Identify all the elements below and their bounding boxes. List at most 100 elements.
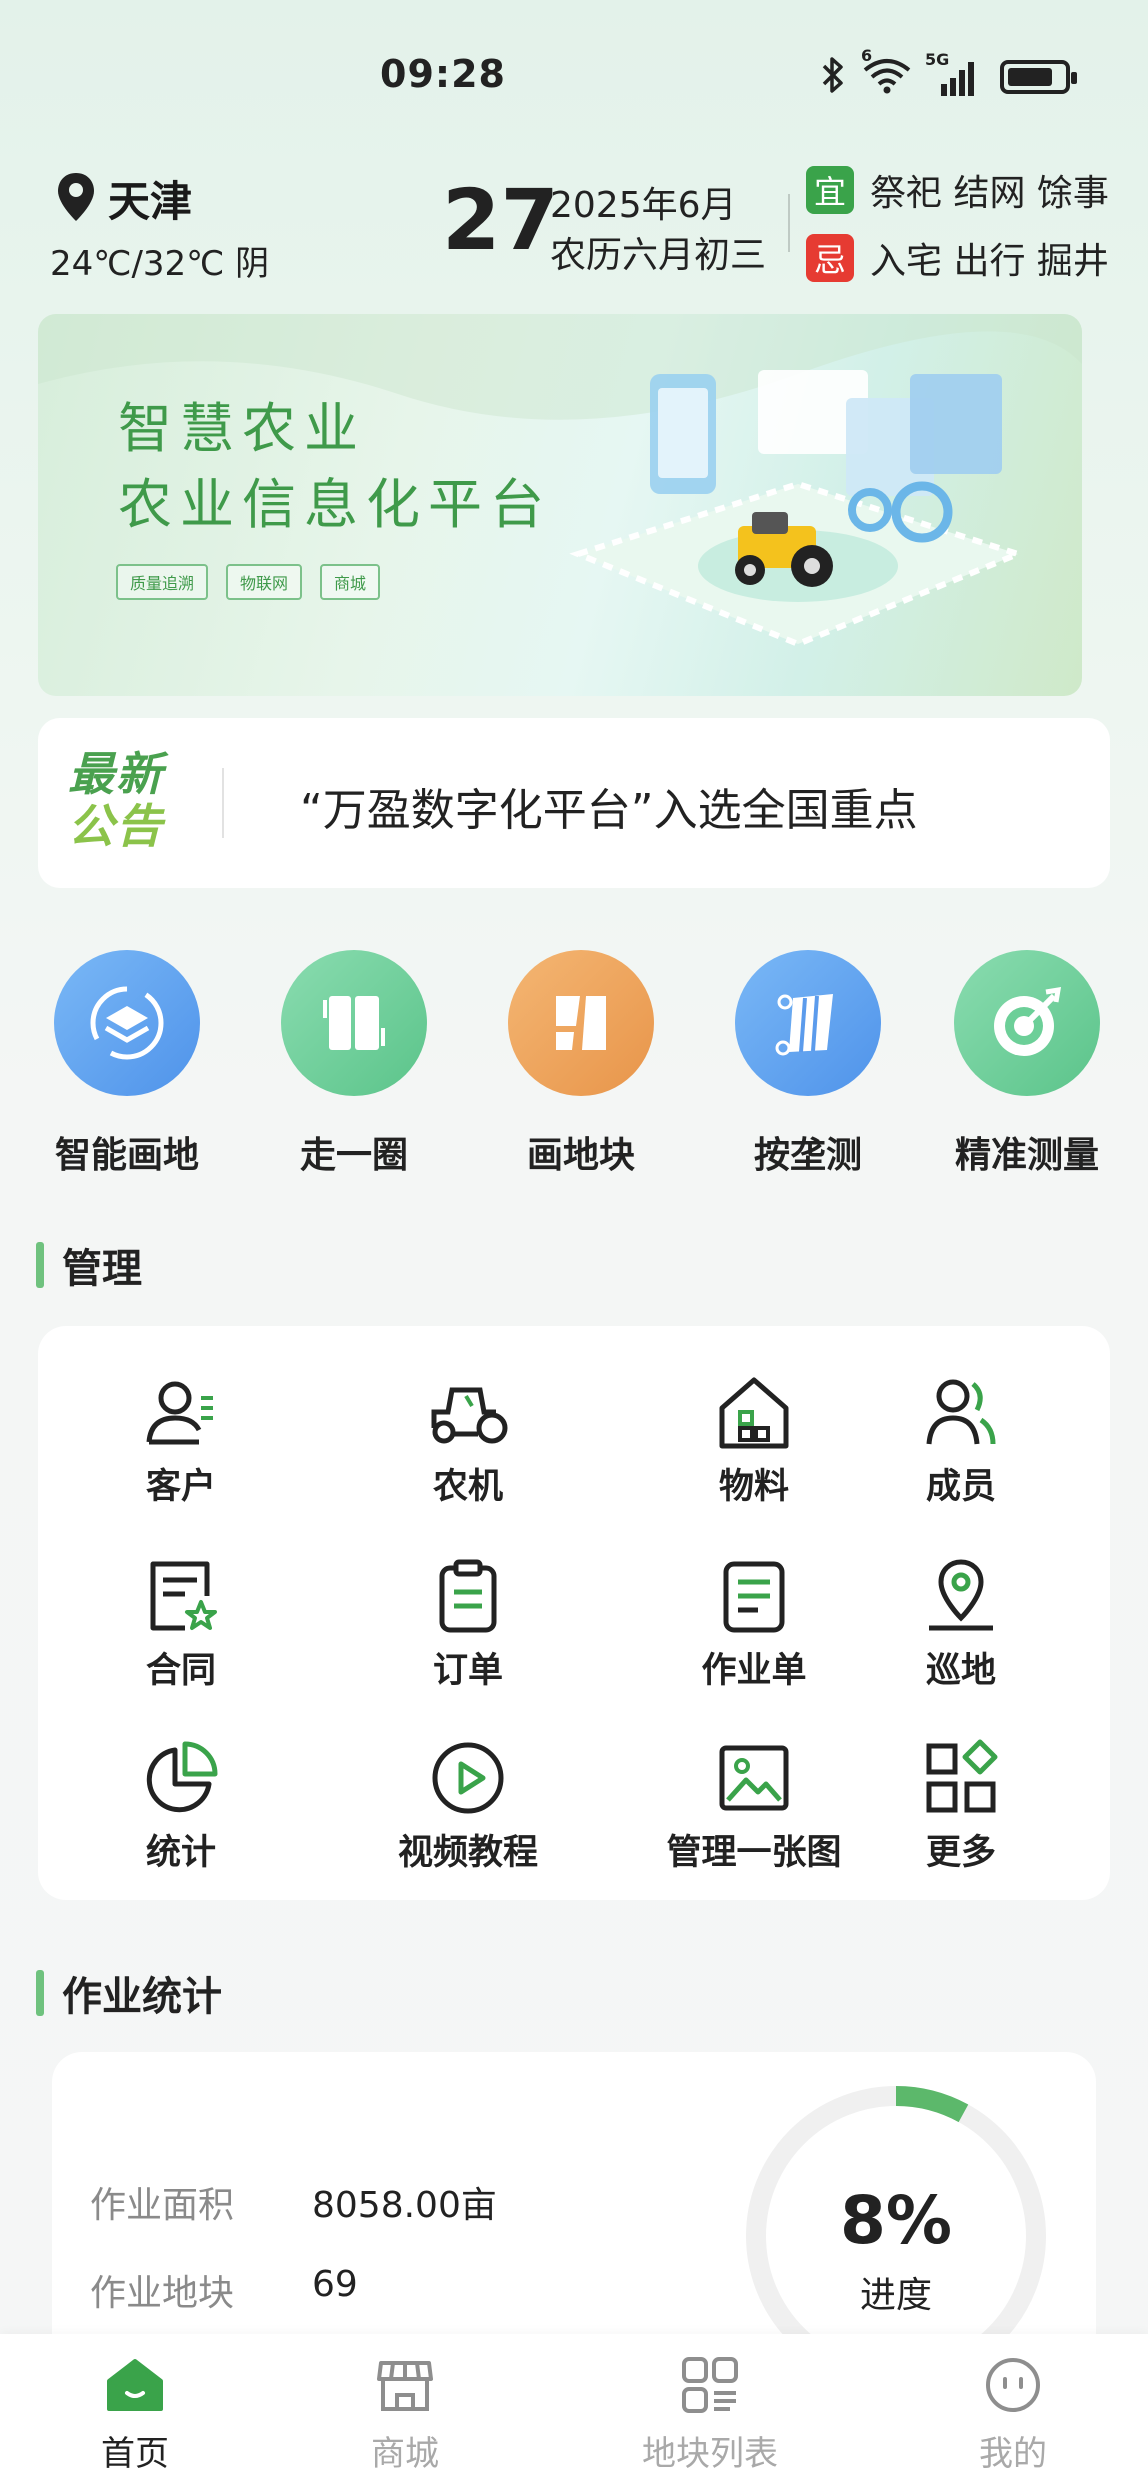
- calendar-lunar: 农历六月初三: [550, 235, 767, 276]
- stat-area-row: 作业面积 8058.00亩: [90, 2176, 497, 2228]
- announcement-badge: 最新 公告: [68, 748, 188, 852]
- wifi-badge: 6: [861, 46, 873, 65]
- patrol-location-icon: [919, 1554, 1003, 1638]
- wifi-icon: 6: [861, 46, 913, 98]
- tool-smart-draw[interactable]: 智能画地: [27, 950, 227, 1178]
- profile-icon: [978, 2350, 1048, 2420]
- announcement-badge-line1: 最新: [68, 747, 164, 801]
- mgmt-label: 作业单: [701, 1651, 807, 1691]
- mgmt-label: 视频教程: [397, 1833, 538, 1873]
- tractor-icon: [426, 1370, 510, 1454]
- tab-label: 我的: [979, 2434, 1047, 2474]
- city-name: 天津: [108, 177, 193, 226]
- location[interactable]: 天津: [56, 168, 192, 229]
- store-icon: [370, 2350, 440, 2420]
- pie-chart-icon: [139, 1736, 223, 1820]
- mgmt-label: 管理一张图: [666, 1833, 842, 1873]
- mgmt-label: 物料: [718, 1467, 789, 1507]
- mgmt-overview-map[interactable]: 管理一张图: [639, 1736, 869, 1875]
- status-bar: 09:28 6 5G: [0, 0, 1148, 150]
- mgmt-video-tutorial[interactable]: 视频教程: [353, 1736, 583, 1875]
- stat-plots-label: 作业地块: [90, 2273, 235, 2314]
- more-apps-icon: [919, 1736, 1003, 1820]
- tab-label: 商城: [371, 2434, 439, 2474]
- announcement-card[interactable]: 最新 公告 “万盈数字化平台”入选全国重点: [38, 718, 1110, 888]
- order-icon: [426, 1554, 510, 1638]
- home-icon: [100, 2350, 170, 2420]
- bottom-tab-bar: 首页 商城 地块列表 我的: [0, 2334, 1148, 2492]
- section-bar: [36, 1242, 44, 1288]
- tab-home[interactable]: 首页: [5, 2334, 265, 2475]
- mgmt-materials[interactable]: 物料: [639, 1370, 869, 1509]
- draw-plot-icon: [508, 950, 654, 1096]
- mgmt-contract[interactable]: 合同: [66, 1554, 296, 1693]
- progress-percent: 8%: [839, 2182, 953, 2259]
- layers-icon: [54, 950, 200, 1096]
- section-bar: [36, 1970, 44, 2016]
- mgmt-more[interactable]: 更多: [881, 1736, 1041, 1875]
- status-time: 09:28: [380, 52, 506, 96]
- announcement-badge-line2: 公告: [68, 799, 164, 853]
- announcement-text[interactable]: “万盈数字化平台”入选全国重点: [300, 774, 918, 838]
- image-map-icon: [712, 1736, 796, 1820]
- stat-plots-row: 作业地块 69: [90, 2264, 358, 2316]
- tool-walk-around[interactable]: 走一圈: [254, 950, 454, 1178]
- tool-draw-plot[interactable]: 画地块: [481, 950, 681, 1178]
- mgmt-label: 客户: [145, 1467, 216, 1507]
- tool-label: 按垄测: [753, 1135, 862, 1176]
- section-label: 作业统计: [62, 1974, 222, 2020]
- yi-items: 祭祀 结网 馀事: [870, 173, 1109, 214]
- plot-list-icon: [675, 2350, 745, 2420]
- tab-label: 首页: [101, 2434, 169, 2474]
- battery-icon: [1000, 60, 1077, 94]
- ji-tag: 忌: [806, 234, 854, 282]
- calendar-divider: [788, 194, 790, 252]
- mgmt-members[interactable]: 成员: [881, 1370, 1041, 1509]
- mgmt-work-order[interactable]: 作业单: [639, 1554, 869, 1693]
- mgmt-label: 成员: [925, 1467, 996, 1507]
- stat-area-label: 作业面积: [90, 2185, 235, 2226]
- tab-plot-list[interactable]: 地块列表: [580, 2334, 840, 2475]
- section-label: 管理: [62, 1246, 142, 1292]
- tab-profile[interactable]: 我的: [883, 2334, 1143, 2475]
- mgmt-label: 巡地: [925, 1651, 996, 1691]
- bluetooth-icon: [821, 56, 847, 98]
- announcement-divider: [222, 768, 224, 838]
- calendar-day: 27: [442, 171, 559, 269]
- banner-title-2: 农业信息化平台: [118, 473, 552, 536]
- warehouse-icon: [712, 1370, 796, 1454]
- tab-store[interactable]: 商城: [275, 2334, 535, 2475]
- mgmt-label: 订单: [432, 1651, 503, 1691]
- mgmt-customer[interactable]: 客户: [66, 1370, 296, 1509]
- tool-ridge-measure[interactable]: 按垄测: [708, 950, 908, 1178]
- work-stats-section-title: 作业统计: [36, 1964, 222, 2022]
- work-order-icon: [712, 1554, 796, 1638]
- mgmt-machinery[interactable]: 农机: [353, 1370, 583, 1509]
- ji-items: 入宅 出行 掘井: [870, 241, 1109, 282]
- banner-tags: 质量追溯 物联网 商城: [116, 564, 381, 600]
- mgmt-patrol[interactable]: 巡地: [881, 1554, 1041, 1693]
- location-pin-icon: [56, 171, 96, 227]
- management-grid: 客户 农机 物料 成员 合同 订单 作业单 巡地 统计 视频教程 管理一张图 更…: [38, 1326, 1110, 1900]
- home-page: 09:28 6 5G 天津 24℃/32℃ 阴 27 2025年6月 农历六月初…: [0, 0, 1148, 2492]
- tab-label: 地块列表: [642, 2434, 778, 2474]
- calendar-year-month: 2025年6月: [550, 185, 737, 226]
- tool-precise-measure[interactable]: 精准测量: [927, 950, 1127, 1178]
- stat-plots-value: 69: [312, 2264, 358, 2305]
- status-icons: 6 5G: [821, 46, 1077, 98]
- tool-label: 画地块: [526, 1135, 635, 1176]
- banner-title-1: 智慧农业: [118, 397, 366, 460]
- banner-tag: 物联网: [226, 564, 303, 600]
- promo-banner[interactable]: 智慧农业 农业信息化平台 质量追溯 物联网 商城: [38, 314, 1082, 696]
- tool-label: 走一圈: [299, 1135, 408, 1176]
- yi-row: 宜 祭祀 结网 馀事: [806, 164, 1109, 216]
- weather-summary: 24℃/32℃ 阴: [50, 244, 270, 284]
- banner-tag: 质量追溯: [116, 564, 209, 600]
- tool-label: 精准测量: [954, 1135, 1099, 1176]
- quick-tools: 智能画地 走一圈 画地块 按垄测 精准测量: [0, 950, 1148, 1190]
- contract-icon: [139, 1554, 223, 1638]
- mgmt-statistics[interactable]: 统计: [66, 1736, 296, 1875]
- mgmt-order[interactable]: 订单: [353, 1554, 583, 1693]
- signal-5g-icon: 5G: [925, 50, 974, 96]
- management-section-title: 管理: [36, 1236, 142, 1294]
